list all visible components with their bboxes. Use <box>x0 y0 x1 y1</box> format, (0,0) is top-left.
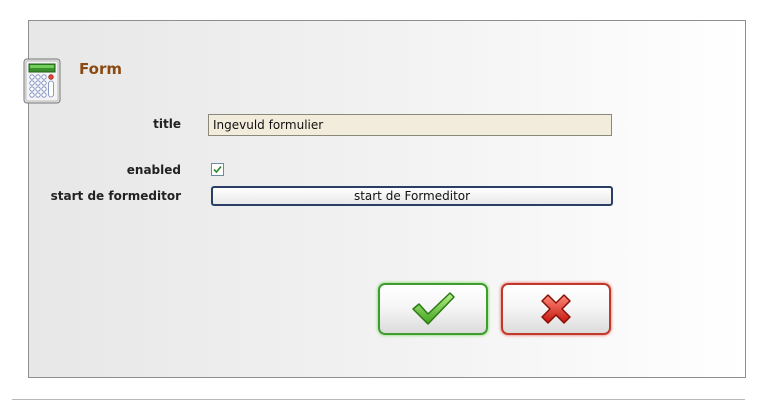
bottom-divider <box>12 399 745 400</box>
cross-icon <box>541 294 571 324</box>
title-label: title <box>153 117 181 131</box>
checkmark-icon <box>412 292 455 325</box>
formeditor-label: start de formeditor <box>50 189 181 203</box>
title-input[interactable] <box>208 114 612 136</box>
form-title: Form <box>79 60 122 78</box>
enabled-checkbox[interactable] <box>211 163 224 176</box>
calculator-icon <box>23 58 61 104</box>
checkmark-small-icon <box>213 165 222 174</box>
enabled-label: enabled <box>126 163 181 177</box>
ok-button[interactable] <box>378 283 488 335</box>
cancel-button[interactable] <box>501 283 611 335</box>
start-formeditor-button[interactable]: start de Formeditor <box>211 186 613 206</box>
